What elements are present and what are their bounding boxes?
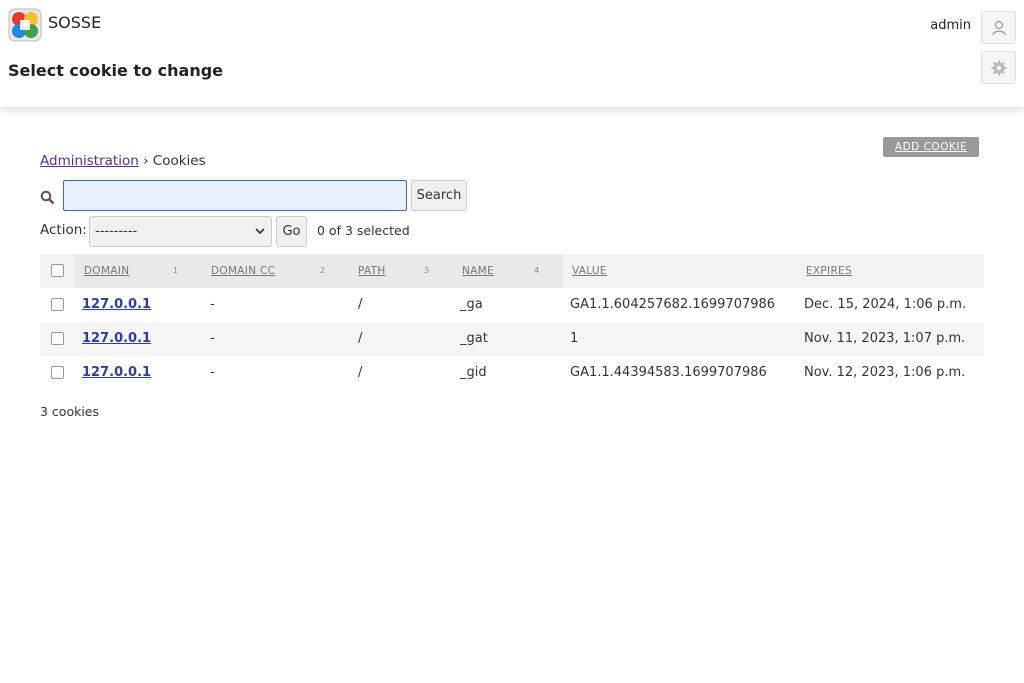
breadcrumb: Administration › Cookies: [40, 153, 206, 169]
search-button[interactable]: Search: [411, 180, 467, 211]
add-cookie-button[interactable]: ADD COOKIE: [883, 137, 979, 157]
domain-cc-cell: -: [210, 331, 215, 346]
breadcrumb-current: Cookies: [152, 153, 206, 169]
row-checkbox[interactable]: [51, 332, 64, 345]
name-cell: _ga: [460, 297, 483, 312]
column-value[interactable]: VALUE: [572, 254, 607, 288]
expires-cell: Dec. 15, 2024, 1:06 p.m.: [804, 297, 967, 312]
row-checkbox[interactable]: [51, 366, 64, 379]
page-title: Select cookie to change: [8, 61, 224, 80]
column-expires[interactable]: EXPIRES: [806, 254, 852, 288]
brand-name[interactable]: SOSSE: [48, 13, 101, 32]
action-select[interactable]: ---------: [89, 216, 272, 247]
sort-priority[interactable]: 4: [534, 254, 539, 288]
domain-link[interactable]: 127.0.0.1: [82, 322, 151, 356]
table-header-row: DOMAIN 1 DOMAIN CC 2 PATH 3 NAME 4 VALUE…: [40, 254, 984, 288]
value-cell: 1: [570, 331, 579, 346]
column-path[interactable]: PATH: [358, 254, 386, 288]
sort-priority[interactable]: 1: [173, 254, 178, 288]
search-input[interactable]: [63, 180, 407, 211]
sort-priority[interactable]: 3: [424, 254, 429, 288]
expires-cell: Nov. 11, 2023, 1:07 p.m.: [804, 331, 966, 346]
action-label: Action:: [40, 222, 87, 238]
result-count: 3 cookies: [40, 404, 100, 419]
column-name[interactable]: NAME: [462, 254, 494, 288]
table-row: 127.0.0.1 - / _ga GA1.1.604257682.169970…: [40, 288, 984, 322]
path-cell: /: [358, 331, 363, 346]
search-icon: [40, 190, 55, 205]
breadcrumb-separator: ›: [143, 153, 149, 169]
row-checkbox[interactable]: [51, 298, 64, 311]
domain-cc-cell: -: [210, 297, 215, 312]
domain-link[interactable]: 127.0.0.1: [82, 288, 151, 322]
user-menu-button[interactable]: [981, 11, 1016, 44]
breadcrumb-administration-link[interactable]: Administration: [40, 153, 139, 169]
cookies-table: DOMAIN 1 DOMAIN CC 2 PATH 3 NAME 4 VALUE…: [40, 254, 984, 390]
path-cell: /: [358, 297, 363, 312]
settings-button[interactable]: [981, 51, 1016, 84]
select-all-checkbox[interactable]: [51, 264, 64, 277]
gear-icon: [991, 60, 1006, 75]
column-domain[interactable]: DOMAIN: [84, 254, 129, 288]
user-icon: [991, 20, 1006, 35]
value-cell: GA1.1.44394583.1699707986: [570, 365, 767, 380]
column-domain-cc[interactable]: DOMAIN CC: [211, 254, 275, 288]
selected-count: 0 of 3 selected: [317, 223, 410, 238]
path-cell: /: [358, 365, 363, 380]
table-row: 127.0.0.1 - / _gat 1 Nov. 11, 2023, 1:07…: [40, 322, 984, 356]
domain-cc-cell: -: [210, 365, 215, 380]
expires-cell: Nov. 12, 2023, 1:06 p.m.: [804, 365, 966, 380]
header-bar: SOSSE Select cookie to change admin: [0, 0, 1024, 107]
table-row: 127.0.0.1 - / _gid GA1.1.44394583.169970…: [40, 356, 984, 390]
domain-link[interactable]: 127.0.0.1: [82, 356, 151, 390]
name-cell: _gat: [460, 331, 488, 346]
go-button[interactable]: Go: [276, 216, 307, 247]
action-select-value: ---------: [95, 224, 138, 239]
chevron-down-icon: [255, 228, 265, 235]
sosse-logo-icon[interactable]: [8, 8, 42, 42]
value-cell: GA1.1.604257682.1699707986: [570, 297, 776, 312]
username-label: admin: [930, 18, 971, 33]
name-cell: _gid: [460, 365, 487, 380]
sort-priority[interactable]: 2: [320, 254, 325, 288]
